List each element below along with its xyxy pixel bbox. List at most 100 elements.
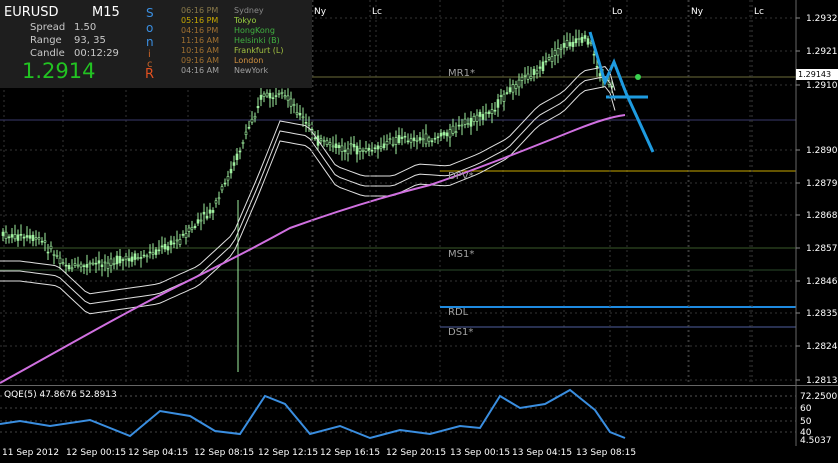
candle-body	[193, 225, 197, 229]
candle-body	[64, 264, 68, 267]
candle-body	[43, 240, 47, 243]
qqe-axis-label: 72.2500	[800, 392, 837, 402]
candle-body	[31, 234, 35, 241]
session-time: 06:16 PM	[181, 6, 219, 15]
candle-body	[172, 242, 176, 245]
session-marker-label: Lc	[754, 7, 764, 17]
candle-body	[517, 79, 521, 88]
candle-body	[439, 132, 443, 137]
price-axis-label: 1.28900	[806, 146, 838, 156]
candle-body	[391, 143, 395, 146]
candle-body	[58, 257, 62, 264]
candle-body	[598, 73, 602, 77]
candle-body	[409, 138, 413, 143]
candle-body	[340, 145, 344, 152]
trend-marker-dot	[635, 74, 641, 80]
candle-body	[403, 135, 407, 138]
candle-body	[298, 113, 302, 116]
candle-body	[559, 47, 563, 50]
candle-body	[511, 84, 515, 93]
pivot-label-dpv: DPV*	[448, 171, 474, 182]
candle-body	[577, 38, 581, 40]
candle-body	[61, 262, 65, 265]
candle-body	[115, 255, 119, 265]
candle-body	[304, 121, 308, 124]
spread-value: 1.50	[74, 22, 97, 33]
candle-body	[493, 109, 497, 112]
candle-body	[472, 115, 476, 122]
session-marker-label: Ny	[691, 7, 704, 17]
candle-body	[175, 239, 179, 242]
candle-body	[112, 263, 116, 265]
candle-body	[499, 95, 503, 97]
time-axis-label: 13 Sep 00:15	[450, 448, 511, 458]
session-marker-label: Lo	[612, 7, 623, 17]
pivot-label-rdl: RDL	[448, 307, 469, 318]
candle-body	[412, 137, 416, 141]
candle-body	[547, 57, 551, 60]
candle-label: Candle	[30, 48, 65, 59]
candle-body	[70, 267, 74, 270]
candle-body	[190, 227, 194, 230]
sonic-letter-n: n	[146, 35, 154, 49]
candle-body	[46, 251, 50, 254]
candle-body	[361, 149, 365, 152]
candle-body	[478, 111, 482, 117]
candle-body	[565, 40, 569, 48]
candle-body	[121, 259, 125, 261]
candle-body	[130, 256, 134, 262]
panel-divider	[0, 385, 838, 386]
qqe-indicator-chart[interactable]: 72.25006050404.5037	[0, 386, 838, 446]
candle-body	[76, 264, 80, 267]
session-time: 04:16 AM	[181, 66, 219, 75]
timeframe-label: M15	[92, 5, 120, 20]
candle-body	[160, 245, 164, 248]
candle-body	[55, 255, 59, 257]
candle-body	[460, 124, 464, 127]
candle-body	[22, 236, 26, 239]
candle-body	[469, 117, 473, 127]
candle-body	[253, 115, 257, 119]
candle-value: 00:12:29	[74, 48, 119, 59]
candle-body	[91, 262, 95, 265]
candle-body	[184, 233, 188, 238]
candle-body	[286, 95, 290, 101]
candle-body	[166, 246, 170, 251]
candle-body	[124, 255, 128, 260]
big-price: 1.2914	[22, 59, 96, 83]
candle-body	[382, 143, 386, 149]
candle-body	[421, 138, 425, 141]
candle-body	[595, 66, 599, 68]
candle-body	[400, 136, 404, 139]
candle-body	[313, 137, 317, 140]
candle-body	[328, 142, 332, 146]
qqe-title: QQE(5) 47.8676 52.8913	[4, 390, 117, 400]
pivot-label-ms1: MS1*	[448, 249, 475, 260]
candle-body	[379, 146, 383, 149]
symbol-label: EURUSD	[4, 5, 59, 20]
candle-body	[538, 66, 542, 69]
candle-body	[415, 139, 419, 142]
candle-body	[295, 112, 299, 115]
candle-body	[337, 145, 341, 148]
candle-body	[334, 143, 338, 149]
range-value: 93, 35	[74, 35, 106, 46]
info-panel: EURUSD M15 Spread 1.50 Range 93, 35 Cand…	[0, 0, 312, 88]
candle-body	[241, 142, 245, 144]
session-name: London	[234, 56, 264, 65]
candle-body	[136, 257, 140, 260]
candle-body	[430, 140, 434, 143]
candle-body	[34, 237, 38, 240]
candle-body	[580, 36, 584, 43]
candle-body	[325, 140, 329, 145]
candle-body	[73, 263, 77, 266]
spread-label: Spread	[30, 22, 66, 33]
time-axis-label: 13 Sep 04:15	[512, 448, 573, 458]
candle-body	[526, 73, 530, 80]
candle-body	[205, 215, 209, 219]
session-name: HongKong	[234, 26, 275, 35]
price-axis-label: 1.28350	[806, 309, 838, 319]
sonic-letter-o: o	[146, 21, 154, 35]
candle-body	[259, 94, 263, 100]
price-axis-label: 1.28680	[806, 211, 838, 221]
